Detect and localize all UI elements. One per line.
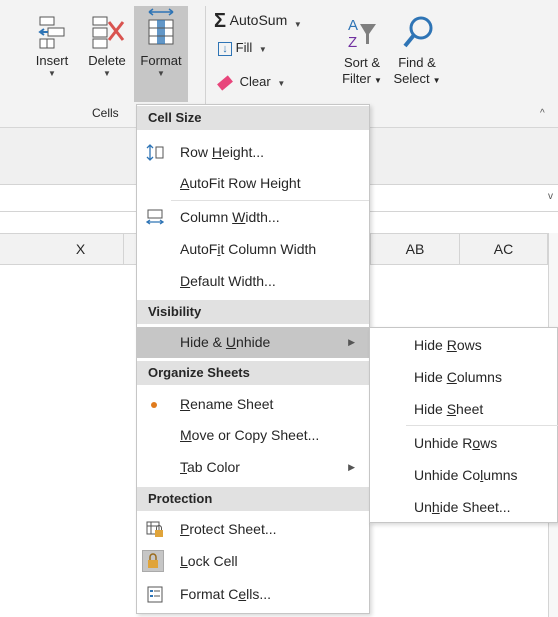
sort-filter-label-2: Filter ▼ [342,71,382,86]
submenu-item-unhide-sheet[interactable]: Unhide Sheet... [370,491,558,523]
format-cells-icon [148,8,174,45]
rename-sheet-label: Rename Sheet [180,396,274,412]
find-select-label-1: Find & [398,55,436,70]
sort-filter-label-1: Sort & [343,55,381,70]
menu-divider [171,200,369,201]
magnifier-icon [403,16,433,48]
chevron-down-icon: ▼ [103,69,111,78]
column-header-ac[interactable]: AC [460,234,548,265]
delete-cells-icon [92,16,125,49]
insert-cells-icon [38,16,65,49]
lock-icon [142,550,164,572]
autosum-button[interactable]: Σ AutoSum ▼ [214,10,302,33]
collapse-ribbon-icon[interactable]: ^ [540,108,545,119]
section-header-organize-sheets: Organize Sheets [137,361,369,385]
unhide-sheet-label: Unhide Sheet... [414,499,511,515]
submenu-arrow-icon: ▶ [348,337,355,347]
cells-group-label: Cells [92,106,119,120]
menu-item-autofit-row-height[interactable]: AutoFit Row Height [137,168,369,199]
autosum-label: AutoSum [229,12,288,28]
svg-text:Z: Z [348,34,357,51]
move-copy-sheet-label: Move or Copy Sheet... [180,427,320,443]
protect-sheet-label: Protect Sheet... [180,521,277,537]
find-select-button[interactable]: Find & Select ▼ [390,14,444,100]
format-button[interactable]: Format ▼ [134,6,188,102]
menu-item-rename-sheet[interactable]: Rename Sheet [137,389,369,420]
column-header-x[interactable]: X [0,234,124,265]
unhide-columns-label: Unhide Columns [414,467,518,483]
find-select-label-2: Select ▼ [393,71,441,86]
expand-formula-bar-icon[interactable]: v [548,191,553,202]
hide-unhide-submenu: Hide Rows Hide Columns Hide Sheet Unhide… [369,327,558,523]
protect-sheet-icon [146,521,163,537]
autofit-column-width-label: AutoFit Column Width [180,241,317,257]
chevron-down-icon: ▼ [258,45,267,54]
section-header-cell-size: Cell Size [137,106,369,130]
eraser-icon [217,74,233,91]
tab-color-label: Tab Color [180,459,240,475]
bullet-icon [151,402,157,408]
fill-down-icon: ↓ [218,41,232,56]
sort-az-icon: A Z [348,17,376,51]
fill-button[interactable]: ↓ Fill ▼ [218,40,267,56]
section-header-protection: Protection [137,487,369,511]
menu-item-row-height[interactable]: Row Height... [137,137,369,168]
column-width-icon [146,209,164,225]
format-cells-label: Format Cells... [180,586,272,602]
chevron-down-icon: ▼ [277,79,286,88]
delete-button[interactable]: Delete ▼ [82,14,132,100]
submenu-arrow-icon: ▶ [348,462,355,472]
menu-item-autofit-column-width[interactable]: AutoFit Column Width [137,234,369,265]
sigma-icon: Σ [214,10,227,32]
menu-item-lock-cell[interactable]: Lock Cell [137,546,369,577]
row-height-icon [146,144,164,161]
submenu-item-hide-columns[interactable]: Hide Columns [370,361,558,393]
submenu-item-hide-rows[interactable]: Hide Rows [370,329,558,361]
column-width-label: Column Width... [180,209,280,225]
menu-item-tab-color[interactable]: Tab Color ▶ [137,452,369,483]
section-header-visibility: Visibility [137,300,369,324]
format-label: Format [140,53,182,68]
chevron-down-icon: ▼ [48,69,56,78]
menu-item-protect-sheet[interactable]: Protect Sheet... [137,514,369,545]
svg-text:A: A [348,17,358,34]
default-width-label: Default Width... [180,273,276,289]
submenu-divider [406,425,558,426]
lock-cell-label: Lock Cell [180,553,238,569]
submenu-item-unhide-rows[interactable]: Unhide Rows [370,427,558,459]
sort-filter-button[interactable]: A Z Sort & Filter ▼ [338,14,386,100]
row-height-label: Row Height... [180,144,265,160]
insert-label: Insert [35,53,69,68]
menu-item-move-copy-sheet[interactable]: Move or Copy Sheet... [137,420,369,451]
format-dropdown-menu: Cell Size Row Height... AutoFit Row Heig… [136,104,370,614]
format-cells-dialog-icon [147,586,163,603]
chevron-down-icon: ▼ [157,69,165,78]
hide-rows-label: Hide Rows [414,337,482,353]
group-divider [205,6,206,120]
menu-item-format-cells[interactable]: Format Cells... [137,579,369,610]
clear-label: Clear [239,74,271,89]
menu-item-default-width[interactable]: Default Width... [137,266,369,297]
delete-label: Delete [88,53,126,68]
unhide-rows-label: Unhide Rows [414,435,498,451]
menu-item-column-width[interactable]: Column Width... [137,202,369,233]
submenu-item-hide-sheet[interactable]: Hide Sheet [370,393,558,425]
menu-item-hide-unhide[interactable]: Hide & Unhide ▶ [137,327,369,358]
hide-unhide-label: Hide & Unhide [180,334,271,350]
insert-button[interactable]: Insert ▼ [30,14,74,100]
fill-label: Fill [235,40,253,55]
submenu-item-unhide-columns[interactable]: Unhide Columns [370,459,558,491]
chevron-down-icon: ▼ [293,20,302,29]
clear-button[interactable]: Clear ▼ [217,74,286,91]
hide-sheet-label: Hide Sheet [414,401,484,417]
hide-columns-label: Hide Columns [414,369,502,385]
autofit-row-height-label: AutoFit Row Height [180,175,301,191]
column-header-ab[interactable]: AB [370,234,460,265]
